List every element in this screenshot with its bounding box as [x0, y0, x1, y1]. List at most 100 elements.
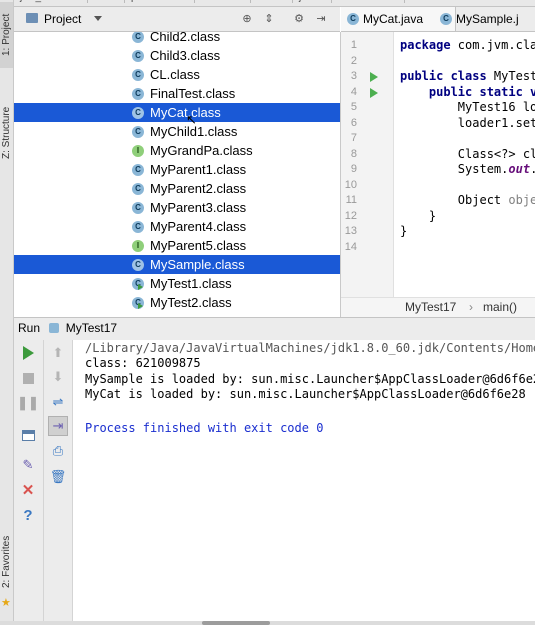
run-panel-title: Run MyTest17 [18, 321, 117, 335]
hide-icon[interactable]: ⇥ [314, 12, 328, 26]
console-line: MySample is loaded by: sun.misc.Launcher… [85, 371, 535, 386]
line-number: 4 [350, 85, 357, 98]
run-config-name[interactable]: MyTest17 [66, 321, 117, 335]
tree-item[interactable]: I MyParent5.class [14, 236, 340, 255]
scroll-to-end-button[interactable]: ⇥ [48, 416, 68, 436]
line-number: 14 [344, 240, 357, 253]
code-line: System.out. [400, 162, 535, 176]
tree-item-label: MyTest2.class [150, 295, 232, 310]
breadcrumb-separator: › [469, 300, 473, 314]
tree-item-label: MyParent4.class [150, 219, 247, 234]
class-icon: C [132, 69, 144, 81]
class-icon: C [132, 107, 144, 119]
breadcrumb-item[interactable]: production [125, 0, 195, 3]
tree-item-label: MyGrandPa.class [150, 143, 253, 158]
help-icon: ? [23, 506, 33, 524]
code-editor[interactable]: package com.jvm.cla public class MyTest p… [394, 32, 535, 297]
tree-item[interactable]: C CL.class [14, 65, 340, 84]
tree-item-label: CL.class [150, 67, 200, 82]
class-icon: C [132, 183, 144, 195]
project-folder-icon [26, 13, 38, 23]
favorites-tool-button[interactable]: 2: Favorites [0, 528, 13, 596]
tree-item[interactable]: C MyParent2.class [14, 179, 340, 198]
tree-item[interactable]: C MyTest1.class [14, 274, 340, 293]
code-token: MyTest [493, 69, 535, 83]
stop-button[interactable] [19, 369, 37, 387]
run-toolbar-secondary: ⬆ ⬇ ⇌ ⇥ ⎙ 🗑 [44, 340, 73, 621]
tree-item[interactable]: C FinalTest.class [14, 84, 340, 103]
rerun-button[interactable] [19, 344, 37, 362]
code-token: MyTest16 lo [400, 100, 535, 114]
line-number: 13 [344, 225, 357, 237]
target-icon[interactable]: ⊕ [240, 12, 254, 26]
tree-item[interactable]: C MyParent4.class [14, 217, 340, 236]
scroll-down-button[interactable]: ⬇ [49, 368, 67, 386]
editor-tab-bar: C MyCat.java C MySample.j [341, 7, 535, 32]
interface-icon: I [132, 145, 144, 157]
runnable-marker-icon [138, 284, 143, 290]
console-output[interactable]: /Library/Java/JavaVirtualMachines/jdk1.8… [73, 340, 535, 621]
code-token: com.jvm.cla [457, 38, 535, 52]
soft-wrap-button[interactable]: ⇌ [49, 393, 67, 411]
scroll-up-button[interactable]: ⬆ [49, 344, 67, 362]
tree-item-label: MyParent3.class [150, 200, 247, 215]
breadcrumb-item[interactable]: jvm [293, 0, 332, 3]
code-token: loader1.set [400, 115, 535, 130]
line-number: 3 [350, 70, 357, 82]
run-gutter-icon[interactable] [370, 72, 378, 82]
run-gutter-icon[interactable] [370, 87, 378, 98]
breadcrumb-item[interactable]: classloader [332, 0, 406, 3]
code-token: } [400, 208, 437, 223]
print-button[interactable]: ⎙ [49, 442, 67, 460]
favorites-tool-label: 2: Favorites [1, 535, 12, 589]
tree-item[interactable]: C MyChild1.class [14, 122, 340, 141]
structure-tool-label: Z: Structure [1, 106, 12, 160]
tree-item[interactable]: C MyCat.class [14, 103, 340, 122]
line-number: 2 [350, 54, 357, 67]
close-button[interactable]: ✕ [19, 481, 37, 499]
tree-item[interactable]: C Child2.class [14, 32, 340, 46]
project-panel-header: Project ⊕ ⇕ ⚙ ⇥ [14, 7, 340, 32]
breadcrumb-class[interactable]: MyTest17 [405, 300, 456, 314]
class-icon: C [132, 259, 144, 271]
tree-item[interactable]: I MyGrandPa.class [14, 141, 340, 160]
code-token: . [530, 162, 535, 176]
tree-item[interactable]: C MySample.class [14, 255, 340, 274]
project-panel-title[interactable]: Project [44, 12, 81, 26]
restore-layout-button[interactable] [19, 426, 37, 444]
structure-tool-button[interactable]: Z: Structure [0, 96, 13, 170]
tree-item[interactable]: C MyParent3.class [14, 198, 340, 217]
class-icon: C [132, 32, 144, 43]
wrap-icon: ⇌ [52, 394, 64, 409]
line-number: 9 [350, 163, 357, 175]
breadcrumb-item[interactable]: com [251, 0, 294, 3]
tree-item[interactable]: C MyParent1.class [14, 160, 340, 179]
breadcrumb-method[interactable]: main() [483, 300, 517, 314]
tree-item-label: MySample.class [150, 257, 245, 272]
project-tool-button[interactable]: 1: Project [0, 2, 13, 68]
tree-item[interactable]: C MyTest2.class [14, 293, 340, 312]
run-toolbar-primary: ❚❚ ✎ ✕ ? [14, 340, 44, 621]
gear-icon[interactable]: ⚙ [292, 12, 306, 26]
tree-item-label: MyTest1.class [150, 276, 232, 291]
code-line: MyTest16 lo [400, 100, 535, 114]
chevron-down-icon[interactable] [94, 16, 102, 21]
console-line: MyCat is loaded by: sun.misc.Launcher$Ap… [85, 387, 526, 402]
tree-item[interactable]: C Child3.class [14, 46, 340, 65]
console-line: class: 621009875 [85, 356, 201, 371]
line-number: 5 [350, 101, 357, 113]
help-button[interactable]: ? [19, 506, 37, 524]
pause-button[interactable]: ❚❚ [17, 394, 39, 412]
breadcrumb-item[interactable]: jvm_lecture [14, 0, 89, 3]
split-icon[interactable]: ⇕ [262, 12, 276, 26]
line-number: 6 [350, 116, 357, 129]
tab-mysample-java[interactable]: C MySample.j [434, 7, 535, 31]
scrollbar-thumb[interactable] [202, 621, 270, 625]
left-tool-strip: 1: Project Z: Structure 2: Favorites ★ [0, 0, 14, 625]
tab-label: MySample.j [456, 12, 519, 26]
clear-button[interactable]: 🗑 [49, 468, 67, 486]
breadcrumb-item[interactable]: out [88, 0, 126, 3]
code-token: Class<?> cl [400, 146, 535, 161]
pin-button[interactable]: ✎ [19, 456, 37, 474]
breadcrumb-item[interactable]: classes [195, 0, 252, 3]
